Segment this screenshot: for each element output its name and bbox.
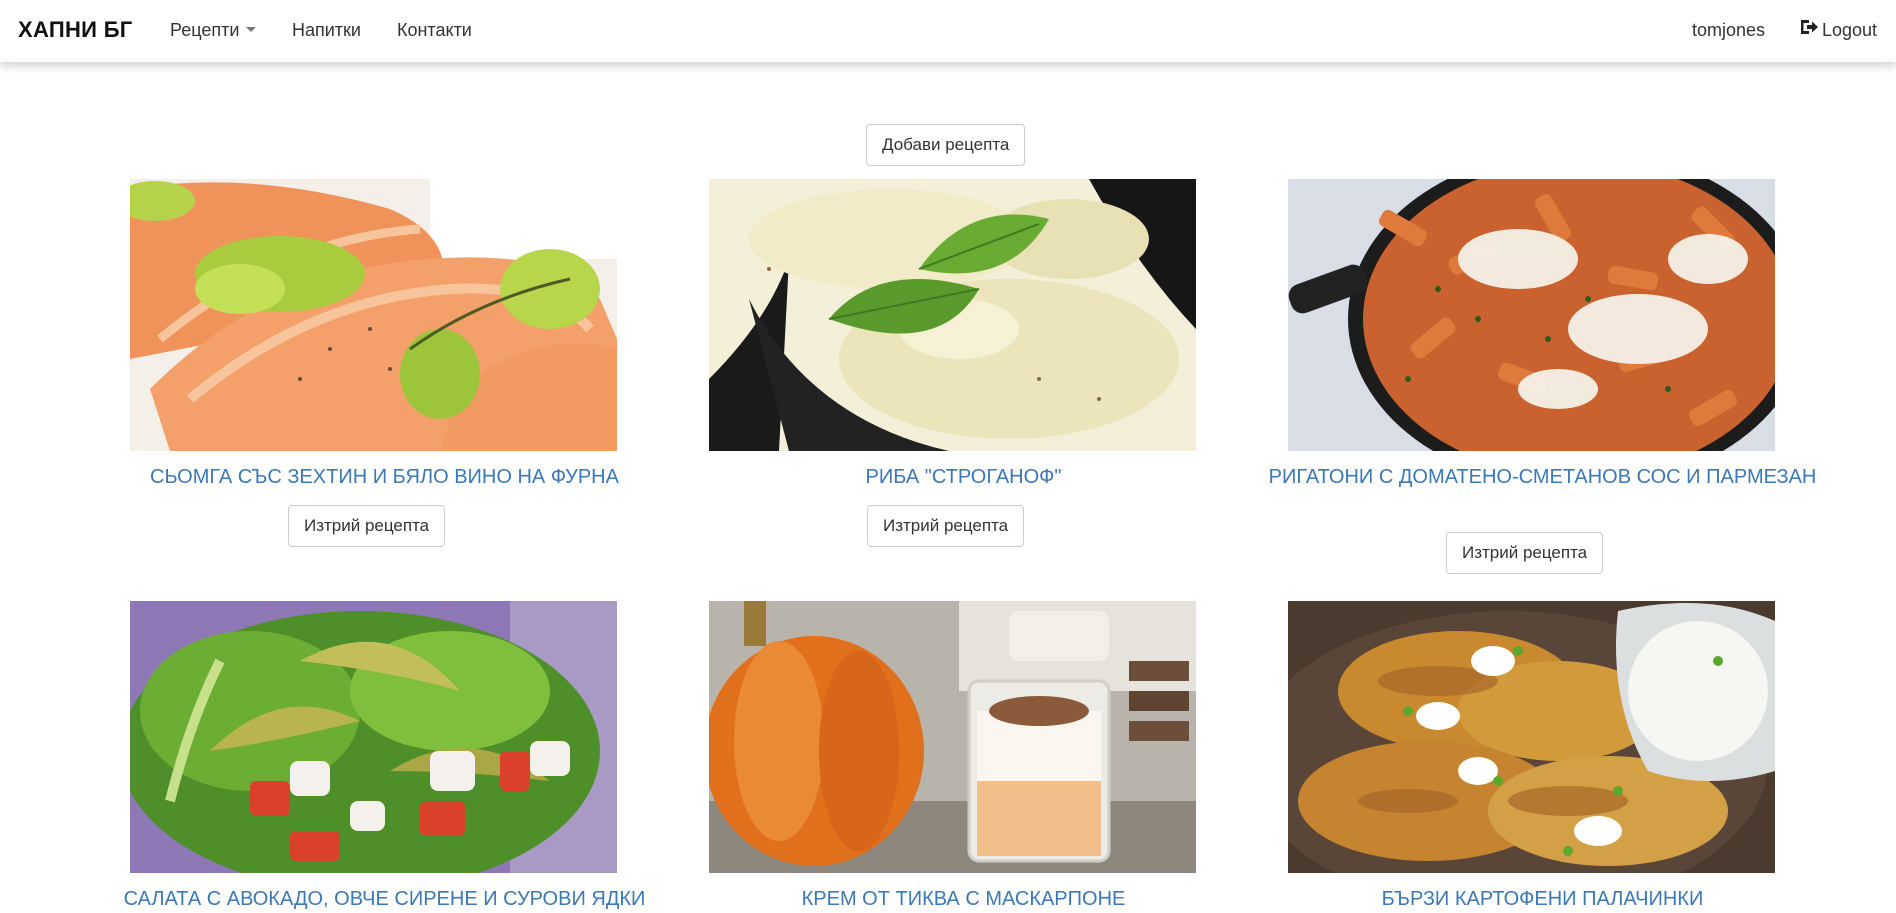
nav-item-recipes[interactable]: Рецепти <box>170 20 257 41</box>
recipe-title-link[interactable]: Ригатони с доматено-сметанов сос и парме… <box>1214 463 1871 491</box>
fish-stroganoff-photo[interactable] <box>709 179 1196 451</box>
potato-pancakes-photo[interactable] <box>1288 601 1775 873</box>
delete-recipe-button[interactable]: Изтрий рецепта <box>1446 532 1604 574</box>
caret-down-icon <box>246 26 257 32</box>
avocado-salad-photo[interactable] <box>130 601 617 873</box>
pumpkin-cream-photo[interactable] <box>709 601 1196 873</box>
add-recipe-button[interactable]: Добави рецепта <box>866 124 1026 166</box>
recipe-title-link[interactable]: Крем от тиква с маскарпоне <box>635 885 1292 913</box>
recipe-title-link[interactable]: Салата с авокадо, овче сирене и сурови я… <box>56 885 713 913</box>
delete-recipe-button[interactable]: Изтрий рецепта <box>867 505 1025 547</box>
user-profile-link[interactable]: tomjones <box>1692 20 1765 41</box>
nav-item-recipes-label: Рецепти <box>170 20 240 40</box>
recipe-title-link[interactable]: Риба "Строганоф" <box>635 463 1292 491</box>
nav-item-contacts[interactable]: Контакти <box>397 20 472 41</box>
recipe-title-link[interactable]: Сьомга със зехтин и бяло вино на фурна <box>56 463 713 491</box>
logout-icon <box>1800 19 1819 40</box>
delete-recipe-button[interactable]: Изтрий рецепта <box>288 505 446 547</box>
rigatoni-photo[interactable] <box>1288 179 1775 451</box>
top-navbar: ХАПНИ БГ Рецепти Напитки Контакти tomjon… <box>0 0 1896 62</box>
nav-item-drinks[interactable]: Напитки <box>292 20 361 41</box>
recipe-title-link[interactable]: Бързи картофени палачинки <box>1214 885 1871 913</box>
logout-link[interactable]: Logout <box>1800 19 1878 42</box>
brand-logo[interactable]: ХАПНИ БГ <box>18 17 133 43</box>
logout-label: Logout <box>1822 20 1878 40</box>
salmon-photo[interactable] <box>130 179 617 451</box>
